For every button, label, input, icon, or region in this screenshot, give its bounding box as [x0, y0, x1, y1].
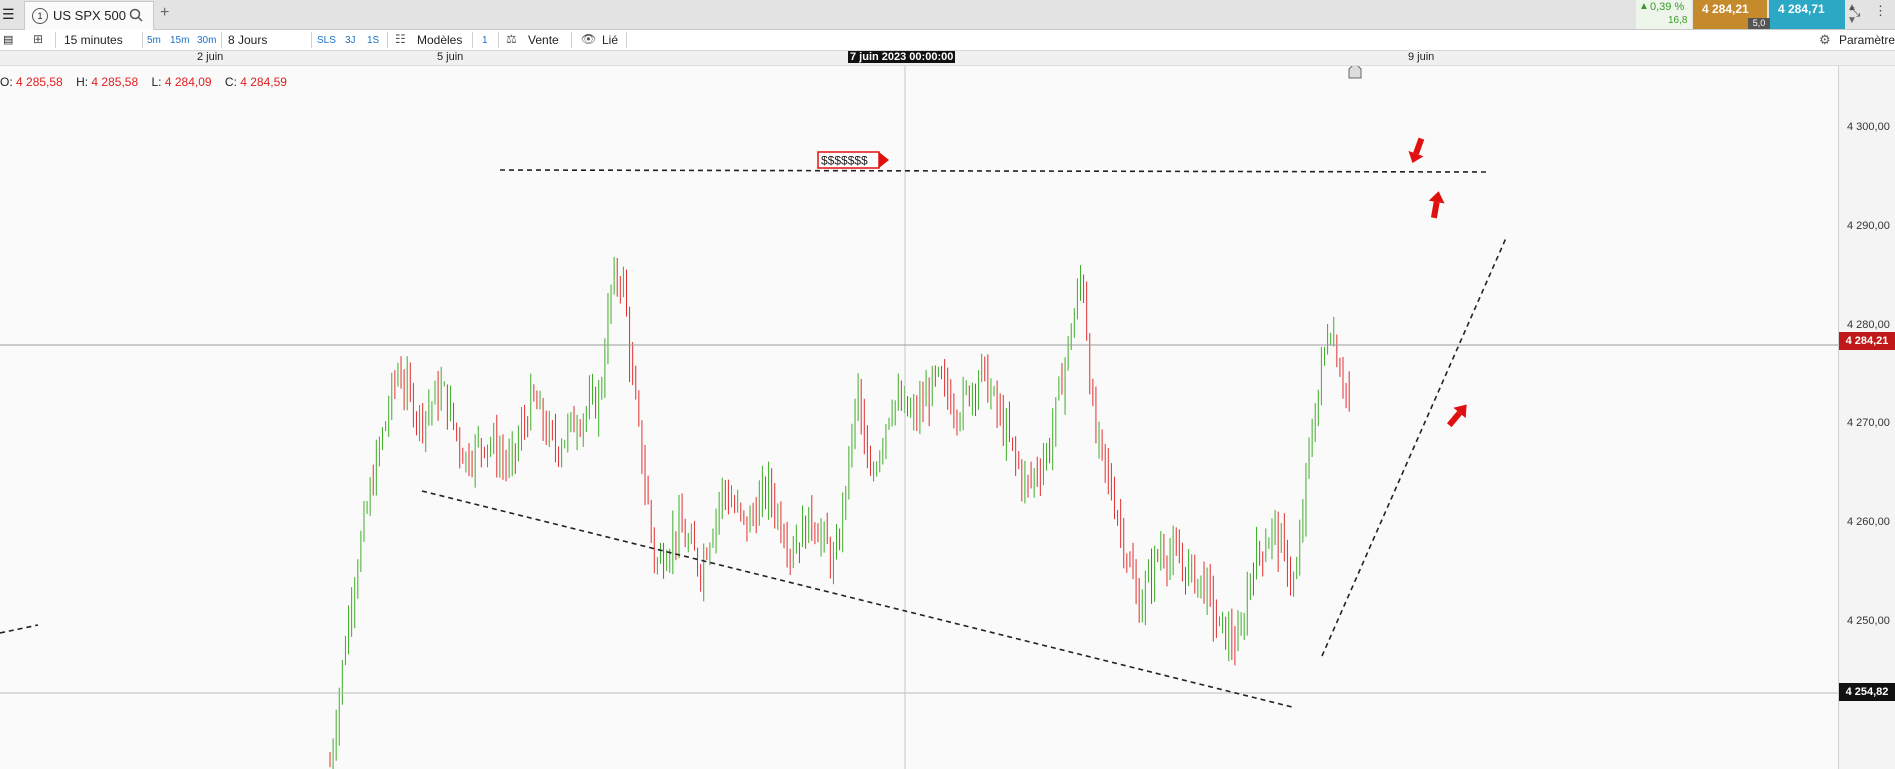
top-bar: ☰ 1 US SPX 500 + ▲ 0,39 % 16,8 4 284,21 … [0, 0, 1895, 30]
ask-button[interactable]: 4 284,71 [1769, 0, 1845, 29]
models-icon[interactable]: ☷ [395, 32, 406, 46]
menu-icon[interactable]: ☰ [2, 6, 15, 23]
price-axis[interactable]: 4 300,00 4 290,00 4 280,00 4 270,00 4 26… [1838, 66, 1895, 769]
gear-icon[interactable]: ⚙ [1819, 32, 1831, 48]
crosshair-date-label: 7 juin 2023 00:00:00 [848, 51, 956, 63]
y-tick: 4 290,00 [1847, 220, 1890, 232]
collapse-icon[interactable]: ⤡ [1850, 4, 1860, 20]
sell-button[interactable]: Vente [528, 33, 559, 47]
linked-button[interactable]: Lié [602, 33, 618, 47]
ohlc-bars [329, 256, 1350, 769]
current-price-tag: 4 284,21 [1839, 332, 1895, 350]
date-label: 9 juin [1408, 51, 1435, 63]
arrow-up-icon [1428, 191, 1445, 219]
arrow-down-icon [1408, 137, 1425, 164]
price-chart[interactable]: $$$$$$$ [0, 66, 1838, 769]
lower-trendline[interactable] [421, 490, 1293, 708]
annotation-label: $$$$$$$ [821, 154, 868, 168]
chart-toolbar: ▤ ⊞ 15 minutes 5m 15m 30m 8 Jours SLS 3J… [0, 30, 1895, 51]
3j-button[interactable]: 3J [345, 35, 356, 46]
y-tick: 4 260,00 [1847, 516, 1890, 528]
settings-button[interactable]: Paramètre [1839, 33, 1895, 47]
y-tick: 4 270,00 [1847, 417, 1890, 429]
date-axis: 2 juin 5 juin 7 juin 2023 00:00:00 9 jui… [0, 51, 1895, 66]
spread-badge: 5,0 [1748, 18, 1770, 29]
tf-button-5m[interactable]: 5m [147, 35, 161, 46]
y-tick: 4 250,00 [1847, 615, 1890, 627]
date-label: 2 juin [197, 51, 224, 63]
change-pct: 0,39 % [1650, 1, 1685, 13]
ask-price: 4 284,71 [1778, 2, 1825, 16]
period-select[interactable]: 8 Jours [228, 33, 267, 47]
tf-button-15m[interactable]: 15m [170, 35, 189, 46]
interval-select[interactable]: 15 minutes [64, 33, 123, 47]
add-tab-button[interactable]: + [160, 4, 169, 22]
layout-icon[interactable]: ⊞ [33, 32, 43, 46]
y-tick: 4 300,00 [1847, 121, 1890, 133]
arrow-up-right-icon [1446, 404, 1467, 428]
date-label: 5 juin [437, 51, 464, 63]
one-button[interactable]: 1 [482, 35, 488, 46]
change-box: ▲ 0,39 % 16,8 [1636, 0, 1692, 29]
tf-button-30m[interactable]: 30m [197, 35, 216, 46]
price-annotation[interactable]: $$$$$$$ [817, 151, 889, 169]
search-icon[interactable] [129, 8, 143, 22]
event-marker-icon[interactable] [1348, 66, 1362, 79]
resistance-trendline[interactable] [499, 169, 1488, 173]
sell-icon[interactable]: ⚖ [506, 32, 517, 46]
models-button[interactable]: Modèles [417, 33, 462, 47]
rising-trendline[interactable] [1321, 237, 1507, 657]
level-price-tag: 4 254,82 [1839, 683, 1895, 701]
tab-number-badge: 1 [32, 8, 48, 24]
instrument-name: US SPX 500 [53, 8, 126, 23]
up-arrow-icon: ▲ [1639, 1, 1649, 12]
y-tick: 4 280,00 [1847, 319, 1890, 331]
link-icon[interactable]: 👁 [581, 32, 596, 46]
list-icon[interactable]: ▤ [3, 33, 13, 46]
bid-price: 4 284,21 [1702, 2, 1749, 16]
left-trendline-stub[interactable] [0, 624, 39, 634]
change-abs: 16,8 [1668, 15, 1688, 26]
instrument-tab[interactable]: 1 US SPX 500 [24, 1, 154, 30]
sls-button[interactable]: SLS [317, 35, 336, 46]
1s-button[interactable]: 1S [367, 35, 379, 46]
more-icon[interactable]: ⋮ [1874, 3, 1887, 19]
